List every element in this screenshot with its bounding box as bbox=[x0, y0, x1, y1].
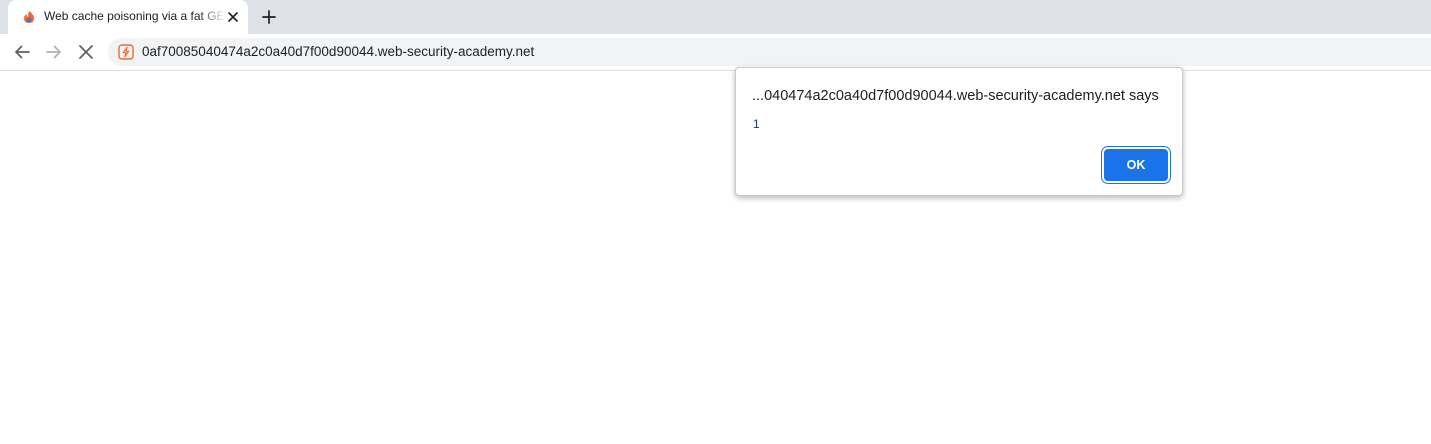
back-arrow-icon[interactable] bbox=[10, 40, 34, 64]
url-text[interactable]: 0af70085040474a2c0a40d7f00d90044.web-sec… bbox=[142, 44, 534, 59]
web-security-academy-site-icon bbox=[118, 44, 134, 60]
tab-title: Web cache poisoning via a fat GET reques… bbox=[44, 9, 226, 23]
stop-loading-icon[interactable] bbox=[74, 40, 98, 64]
browser-tab[interactable]: Web cache poisoning via a fat GET reques… bbox=[8, 0, 248, 34]
dialog-title: ...040474a2c0a40d7f00d90044.web-security… bbox=[752, 88, 1159, 104]
web-security-academy-favicon bbox=[22, 10, 36, 24]
address-bar[interactable]: 0af70085040474a2c0a40d7f00d90044.web-sec… bbox=[108, 38, 1431, 66]
dialog-message: 1 bbox=[753, 117, 760, 131]
browser-toolbar: 0af70085040474a2c0a40d7f00d90044.web-sec… bbox=[0, 34, 1431, 71]
forward-arrow-icon[interactable] bbox=[42, 40, 66, 64]
page-content bbox=[0, 71, 1431, 444]
close-icon[interactable] bbox=[224, 8, 242, 26]
plus-icon[interactable] bbox=[258, 6, 280, 28]
browser-window: Web cache poisoning via a fat GET reques… bbox=[0, 0, 1431, 444]
ok-button[interactable]: OK bbox=[1104, 149, 1168, 181]
tab-strip: Web cache poisoning via a fat GET reques… bbox=[0, 0, 1431, 34]
javascript-alert-dialog: ...040474a2c0a40d7f00d90044.web-security… bbox=[735, 67, 1183, 196]
